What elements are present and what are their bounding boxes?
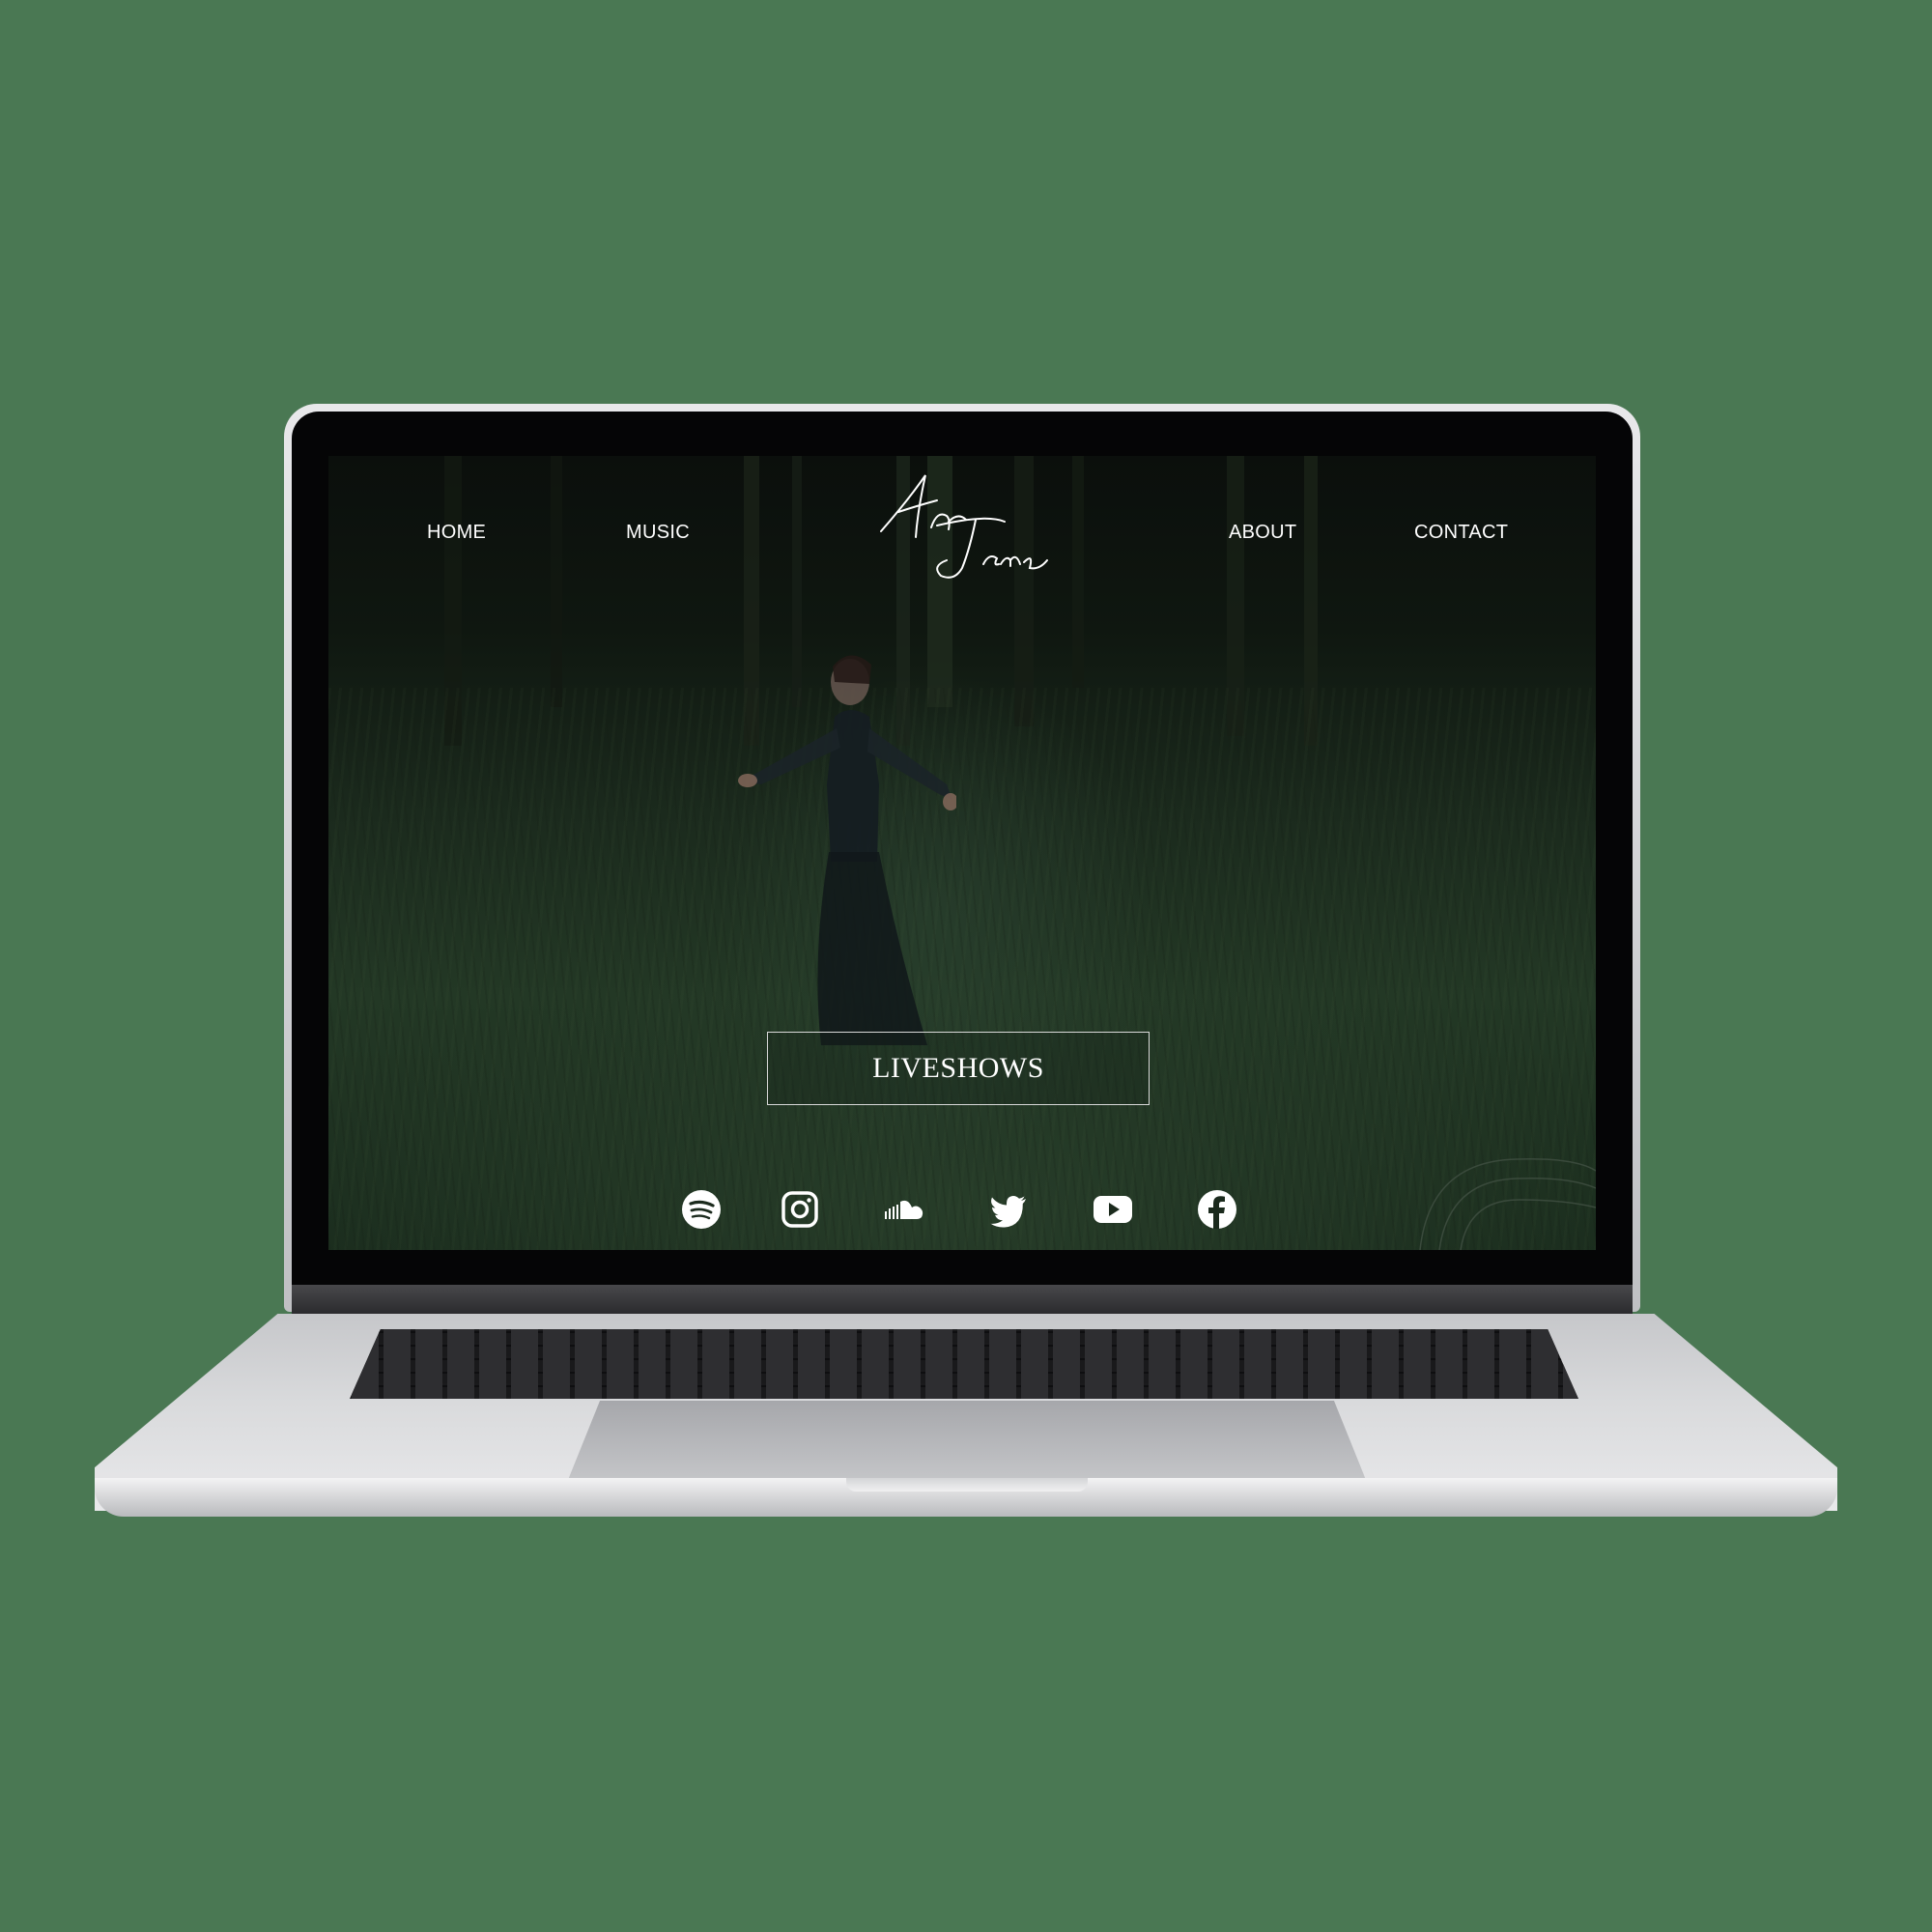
signature-logo-graphic — [880, 474, 1048, 579]
soundcloud-icon[interactable] — [883, 1188, 925, 1231]
nav-music[interactable]: MUSIC — [626, 522, 690, 544]
lid-opening-notch — [846, 1478, 1088, 1492]
nav-contact[interactable]: CONTACT — [1414, 522, 1508, 544]
facebook-icon[interactable] — [1196, 1188, 1238, 1231]
laptop-hinge — [292, 1285, 1633, 1314]
instagram-icon[interactable] — [779, 1188, 821, 1231]
laptop-mockup: HOME MUSIC ABOUT CONTACT An Jane LIVESHO… — [0, 0, 1932, 1932]
spotify-icon[interactable] — [680, 1188, 723, 1231]
youtube-icon[interactable] — [1092, 1188, 1134, 1231]
website-screen: HOME MUSIC ABOUT CONTACT An Jane LIVESHO… — [328, 456, 1596, 1250]
contour-lines-decoration — [1419, 1158, 1596, 1250]
woman-figure — [738, 655, 956, 1045]
nav-home[interactable]: HOME — [427, 522, 486, 544]
keyboard-keys — [350, 1329, 1578, 1399]
trackpad — [568, 1401, 1366, 1480]
keyboard — [350, 1329, 1578, 1399]
grass-background — [328, 688, 1596, 1250]
signature-logo[interactable]: An Jane — [869, 471, 1053, 587]
twitter-icon[interactable] — [987, 1188, 1030, 1231]
nav-about[interactable]: ABOUT — [1229, 522, 1296, 544]
liveshows-button[interactable]: LIVESHOWS — [767, 1032, 1150, 1105]
